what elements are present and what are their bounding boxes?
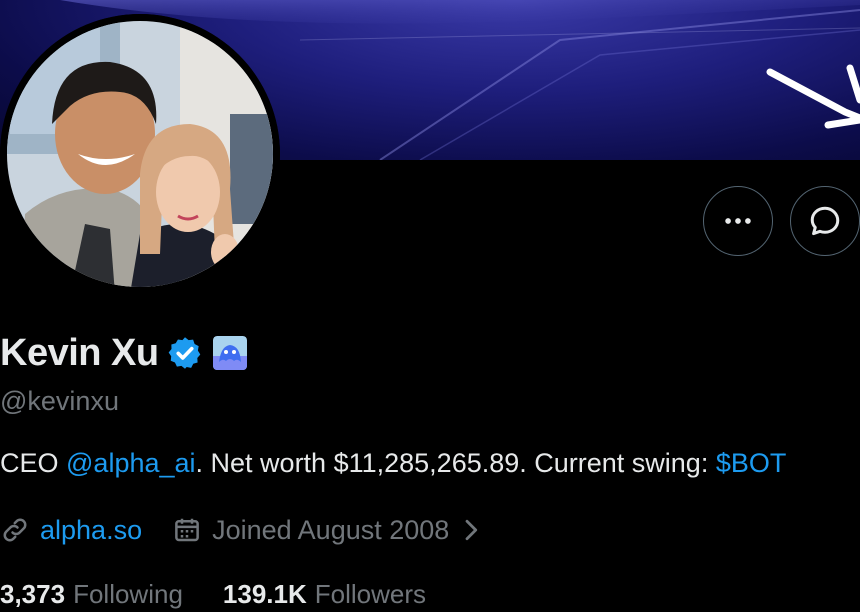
profile-page: Kevin Xu @kevinxu CEO @alpha_ai. Net wor… <box>0 0 860 612</box>
join-date-item: Joined August 2008 <box>172 515 483 546</box>
affiliation-badge-icon[interactable] <box>212 336 247 370</box>
follow-stats: 3,373 Following 139.1K Followers <box>0 574 426 612</box>
followers-count: 139.1K <box>222 578 307 609</box>
calendar-icon <box>172 515 202 545</box>
link-icon <box>0 515 30 545</box>
profile-bio: CEO @alpha_ai. Net worth $11,285,265.89.… <box>0 448 786 479</box>
chevron-right-icon[interactable] <box>461 515 483 545</box>
more-options-button[interactable] <box>703 186 773 256</box>
following-count: 3,373 <box>0 578 66 609</box>
website-link[interactable]: alpha.so <box>40 515 142 546</box>
bio-text: . Net worth $11,285,265.89. Current swin… <box>195 448 716 478</box>
following-label: Following <box>73 578 183 609</box>
following-stat-link[interactable]: 3,373 Following <box>0 579 183 610</box>
display-name-row: Kevin Xu <box>0 330 247 376</box>
more-horizontal-icon <box>725 218 751 224</box>
message-button[interactable] <box>790 186 860 256</box>
followers-label: Followers <box>314 578 426 609</box>
avatar-photo <box>0 14 280 294</box>
message-icon <box>810 206 840 236</box>
join-date: Joined August 2008 <box>212 514 450 545</box>
bio-text: CEO <box>0 448 67 478</box>
profile-handle: @kevinxu <box>0 386 119 416</box>
verified-badge-icon[interactable] <box>167 335 203 371</box>
bio-cashtag-link[interactable]: $BOT <box>716 448 787 478</box>
display-name: Kevin Xu <box>0 331 159 374</box>
profile-avatar[interactable] <box>0 14 280 294</box>
website-item: alpha.so <box>0 515 142 546</box>
bio-mention-link[interactable]: @alpha_ai <box>66 448 196 478</box>
profile-meta: alpha.so Joined August 2008 <box>0 510 483 550</box>
followers-stat-link[interactable]: 139.1K Followers <box>223 579 426 610</box>
